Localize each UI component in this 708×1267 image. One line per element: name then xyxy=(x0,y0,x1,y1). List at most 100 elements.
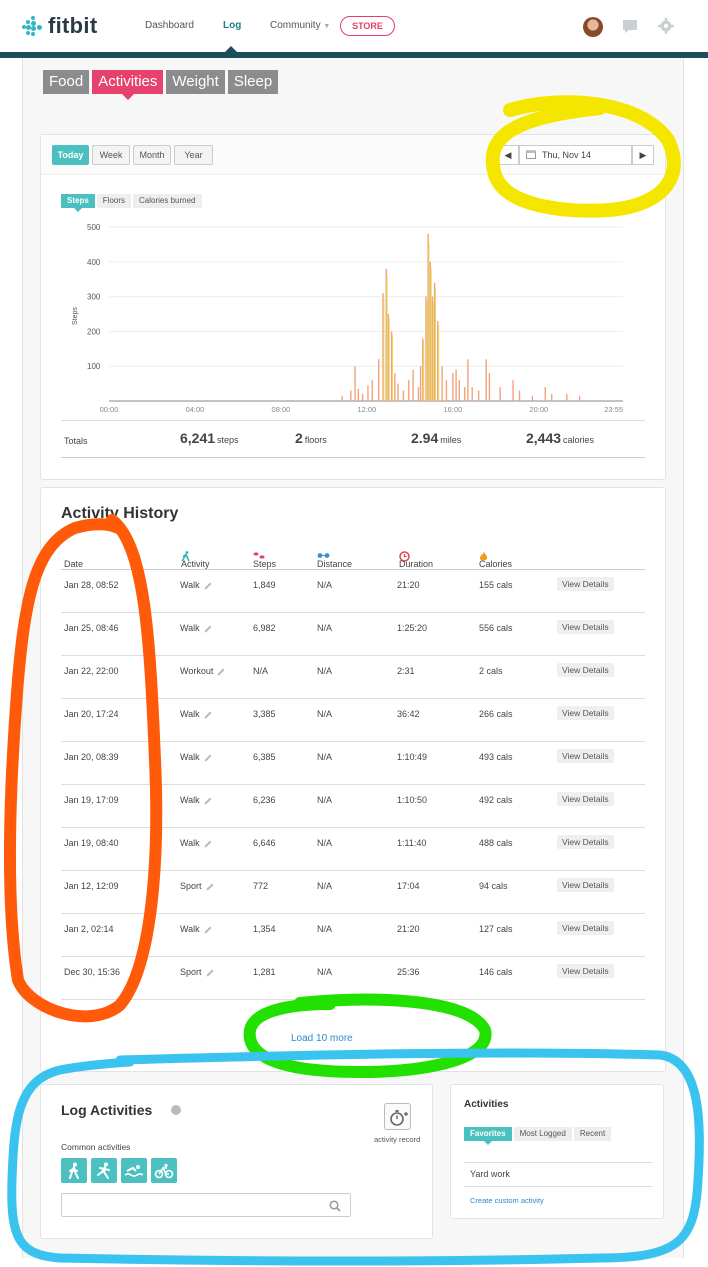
cell-distance: N/A xyxy=(317,752,332,762)
divider xyxy=(464,1162,652,1163)
nav-community[interactable]: Community ▼ xyxy=(270,20,330,31)
view-details-button[interactable]: View Details xyxy=(557,663,614,677)
range-year-button[interactable]: Year xyxy=(174,145,213,165)
edit-pencil-icon[interactable] xyxy=(203,581,213,591)
cell-steps-text: 1,281 xyxy=(253,967,276,977)
cell-date-text: Jan 20, 08:39 xyxy=(64,752,119,762)
cell-duration: 1:10:50 xyxy=(397,795,427,805)
step-bar xyxy=(463,387,466,401)
view-details-button[interactable]: View Details xyxy=(557,964,614,978)
edit-pencil-icon[interactable] xyxy=(203,925,213,935)
next-date-button[interactable]: ▶ xyxy=(632,145,654,165)
view-details-button[interactable]: View Details xyxy=(557,577,614,591)
cell-calories: 493 cals xyxy=(479,752,513,762)
view-details-button[interactable]: View Details xyxy=(557,835,614,849)
fitbit-logo[interactable]: fitbit xyxy=(22,13,97,38)
cell-date: Jan 12, 12:09 xyxy=(64,881,119,891)
view-details-button[interactable]: View Details xyxy=(557,706,614,720)
cell-steps-text: 6,982 xyxy=(253,623,276,633)
edit-pencil-icon[interactable] xyxy=(205,882,215,892)
step-bar xyxy=(467,359,469,401)
cell-distance-text: N/A xyxy=(317,967,333,977)
col-activity[interactable]: Activity xyxy=(181,551,210,569)
tab-food[interactable]: Food xyxy=(43,70,90,94)
common-activities-label: Common activities xyxy=(61,1142,131,1152)
total-calories: 2,443 calories xyxy=(526,430,594,446)
total-miles-value: 2.94 xyxy=(411,430,439,446)
cell-distance-text: N/A xyxy=(317,881,333,891)
col-date-label: Date xyxy=(64,559,84,569)
edit-pencil-icon[interactable] xyxy=(203,753,213,763)
metric-tab-steps[interactable]: Steps xyxy=(61,194,95,212)
load-more-button[interactable]: Load 10 more xyxy=(291,1033,353,1044)
metric-tab-floors[interactable]: Floors xyxy=(96,194,132,208)
tab-favorites[interactable]: Favorites xyxy=(464,1127,512,1145)
favorite-item[interactable]: Yard work xyxy=(470,1169,510,1179)
range-week-button[interactable]: Week xyxy=(92,145,130,165)
info-icon[interactable] xyxy=(171,1105,181,1115)
view-details-button[interactable]: View Details xyxy=(557,921,614,935)
col-steps[interactable]: Steps xyxy=(253,551,276,569)
edit-pencil-icon[interactable] xyxy=(203,839,213,849)
edit-pencil-icon[interactable] xyxy=(203,624,213,634)
tab-recent[interactable]: Recent xyxy=(573,1127,612,1141)
x-tick-label: 08:00 xyxy=(272,405,291,414)
cell-calories: 146 cals xyxy=(479,967,513,977)
view-details-button[interactable]: View Details xyxy=(557,749,614,763)
walk-activity-button[interactable] xyxy=(61,1158,87,1183)
cell-distance: N/A xyxy=(317,580,332,590)
tab-most-logged[interactable]: Most Logged xyxy=(513,1127,572,1141)
swim-icon xyxy=(124,1164,144,1177)
view-details-button[interactable]: View Details xyxy=(557,878,614,892)
col-calories[interactable]: Calories xyxy=(479,551,512,569)
store-button[interactable]: STORE xyxy=(340,16,395,36)
nav-log[interactable]: Log xyxy=(223,20,241,31)
cell-activity-text: Walk xyxy=(180,752,200,762)
total-steps: 6,241 steps xyxy=(180,430,239,446)
col-steps-label: Steps xyxy=(253,559,277,569)
cell-activity: Sport xyxy=(180,881,215,892)
cell-distance: N/A xyxy=(317,795,332,805)
activity-record-button[interactable] xyxy=(384,1103,411,1130)
tab-activities[interactable]: Activities xyxy=(92,70,164,100)
cell-steps: 1,281 xyxy=(253,967,276,977)
swim-activity-button[interactable] xyxy=(121,1158,147,1183)
cell-distance-text: N/A xyxy=(317,752,333,762)
col-duration[interactable]: Duration xyxy=(399,551,433,569)
prev-date-button[interactable]: ◀ xyxy=(497,145,519,165)
edit-pencil-icon[interactable] xyxy=(205,968,215,978)
range-today-button[interactable]: Today xyxy=(52,145,89,165)
cell-steps-text: 6,646 xyxy=(253,838,276,848)
create-custom-activity-link[interactable]: Create custom activity xyxy=(470,1196,544,1205)
gear-icon[interactable] xyxy=(657,17,675,35)
col-distance[interactable]: Distance xyxy=(317,551,352,569)
cell-activity-text: Walk xyxy=(180,580,200,590)
run-activity-button[interactable] xyxy=(91,1158,117,1183)
tab-sleep[interactable]: Sleep xyxy=(227,70,279,94)
activity-record-label: activity record xyxy=(374,1135,421,1144)
messages-icon[interactable] xyxy=(621,17,639,35)
edit-pencil-icon[interactable] xyxy=(203,796,213,806)
metric-tab-calories[interactable]: Calories burned xyxy=(133,194,202,208)
edit-pencil-icon[interactable] xyxy=(216,667,226,677)
bike-activity-button[interactable] xyxy=(151,1158,177,1183)
calendar-icon xyxy=(526,150,536,159)
cell-duration: 1:25:20 xyxy=(397,623,427,633)
table-row: Jan 25, 08:46 Walk 6,982 N/A 1:25:20 556 cals… xyxy=(61,613,645,656)
date-picker[interactable]: Thu, Nov 14 xyxy=(519,145,632,165)
step-bar xyxy=(354,366,356,401)
avatar[interactable] xyxy=(583,17,603,37)
edit-pencil-icon[interactable] xyxy=(203,710,213,720)
view-details-button[interactable]: View Details xyxy=(557,792,614,806)
tab-weight[interactable]: Weight xyxy=(166,70,225,94)
cell-distance: N/A xyxy=(317,666,332,676)
activity-search-input[interactable] xyxy=(61,1193,351,1217)
col-distance-label: Distance xyxy=(317,559,353,569)
search-icon[interactable] xyxy=(329,1200,341,1212)
run-icon xyxy=(97,1162,110,1179)
cell-date: Jan 20, 17:24 xyxy=(64,709,119,719)
nav-dashboard[interactable]: Dashboard xyxy=(145,20,194,31)
view-details-button[interactable]: View Details xyxy=(557,620,614,634)
range-month-button[interactable]: Month xyxy=(133,145,171,165)
cell-duration-text: 21:20 xyxy=(397,580,420,590)
